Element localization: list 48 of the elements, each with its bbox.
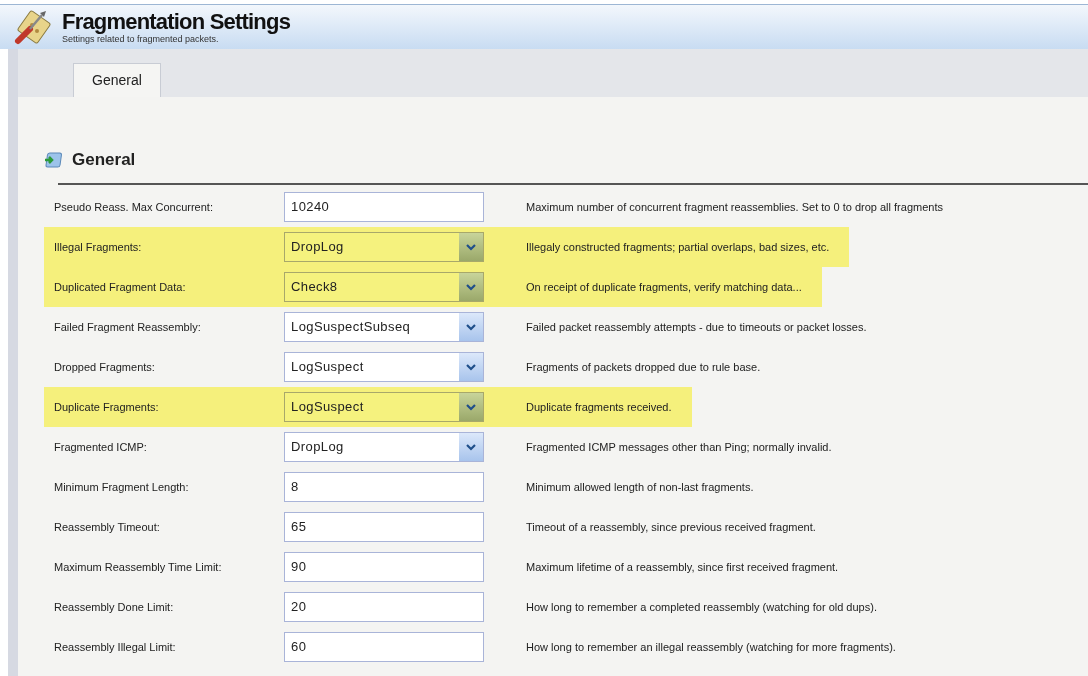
dropdown[interactable]: LogSuspect — [284, 392, 484, 422]
tools-icon — [12, 7, 52, 47]
field-label: Reassembly Illegal Limit: — [54, 641, 177, 653]
field-label: Maximum Reassembly Time Limit: — [54, 561, 223, 573]
field-label: Minimum Fragment Length: — [54, 481, 190, 493]
dropdown[interactable]: DropLog — [284, 432, 484, 462]
input-field[interactable]: 60 — [284, 632, 484, 662]
chevron-icon — [466, 283, 476, 291]
chevron-icon — [466, 363, 476, 371]
field-description: Maximum number of concurrent fragment reassemblies. Set to 0 to drop all fragments — [526, 201, 943, 213]
field-description: Timeout of a reassembly, since previous received fragment. — [526, 521, 816, 533]
field-description: Fragments of packets dropped due to rule base. — [526, 361, 761, 373]
chevron-icon — [466, 243, 476, 251]
field-label: Pseudo Reass. Max Concurrent: — [54, 201, 214, 213]
field-description: How long to remember an illegal reassembly (watching for more fragments). — [526, 641, 896, 653]
field-description: Failed packet reassembly attempts - due to timeouts or packet losses. — [526, 321, 867, 333]
field-description: On receipt of duplicate fragments, verify matching data... — [526, 281, 802, 293]
section-title: General — [72, 150, 136, 170]
field-label: Failed Fragment Reassembly: — [54, 321, 202, 333]
field-label: Dropped Fragments: — [54, 361, 156, 373]
chevron-icon — [466, 403, 476, 411]
field-description: Duplicate fragments received. — [526, 401, 672, 413]
field-description: Maximum lifetime of a reassembly, since first received fragment. — [526, 561, 839, 573]
dropdown[interactable]: Check8 — [284, 272, 484, 302]
field-description: Illegaly constructed fragments; partial overlaps, bad sizes, etc. — [526, 241, 830, 253]
field-description: Minimum allowed length of non-last fragments. — [526, 481, 754, 493]
field-description: Fragmented ICMP messages other than Ping; normally invalid. — [526, 441, 832, 453]
dropdown[interactable]: DropLog — [284, 232, 484, 262]
tab[interactable]: General — [73, 63, 161, 97]
dropdown[interactable]: LogSuspectSubseq — [284, 312, 484, 342]
input-field[interactable]: 65 — [284, 512, 484, 542]
field-label: Fragmented ICMP: — [54, 441, 148, 453]
input-field[interactable]: 90 — [284, 552, 484, 582]
field-label: Duplicate Fragments: — [54, 401, 160, 413]
dropdown[interactable]: LogSuspect — [284, 352, 484, 382]
page-subtitle: Settings related to fragmented packets. — [62, 34, 220, 44]
field-label: Duplicated Fragment Data: — [54, 281, 187, 293]
input-field[interactable]: 8 — [284, 472, 484, 502]
section-icon — [44, 151, 64, 169]
field-label: Reassembly Timeout: — [54, 521, 161, 533]
field-label: Reassembly Done Limit: — [54, 601, 175, 613]
field-label: Illegal Fragments: — [54, 241, 143, 253]
chevron-icon — [466, 323, 476, 331]
chevron-icon — [466, 443, 476, 451]
input-field[interactable]: 20 — [284, 592, 484, 622]
input-field[interactable]: 10240 — [284, 192, 484, 222]
field-description: How long to remember a completed reassembly (watching for old dups). — [526, 601, 877, 613]
page-title: Fragmentation Settings — [62, 10, 291, 34]
